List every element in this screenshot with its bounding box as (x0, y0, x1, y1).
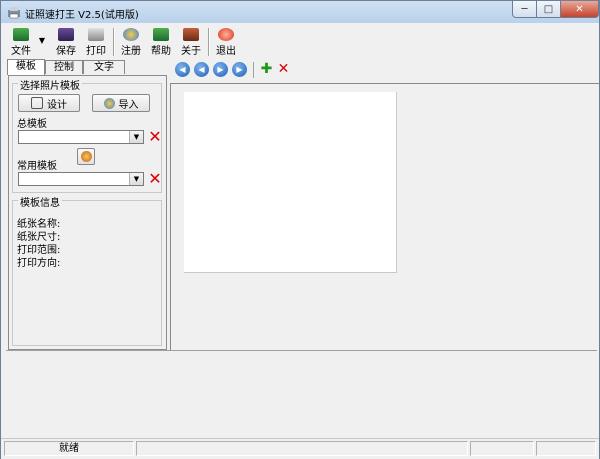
file-label: 文件 (11, 46, 31, 57)
paper-canvas[interactable] (184, 92, 397, 273)
template-select-group: 选择照片模板 设计 导入 总模板 ▼ ✕ 常用模板 ▼ ✕ (12, 77, 163, 193)
save-label: 保存 (56, 46, 76, 57)
total-template-select[interactable]: ▼ (18, 130, 144, 144)
common-template-label: 常用模板 (17, 161, 57, 172)
save-icon (58, 28, 74, 41)
nav-separator (253, 62, 254, 78)
file-icon (13, 28, 29, 41)
import-label: 导入 (118, 99, 139, 111)
next-page-icon[interactable]: ▶ (213, 62, 228, 77)
add-icon[interactable]: ✚ (259, 62, 274, 77)
help-button[interactable]: 帮助 (148, 26, 174, 57)
minimize-button[interactable]: ─ (512, 1, 537, 18)
favorite-template-button[interactable] (77, 148, 95, 165)
tab-template[interactable]: 模板 (7, 59, 45, 75)
chevron-down-icon[interactable]: ▼ (129, 131, 143, 143)
design-icon (31, 97, 43, 109)
preview-area (170, 83, 599, 350)
import-button[interactable]: 导入 (92, 94, 150, 112)
common-template-select[interactable]: ▼ (18, 172, 144, 186)
tab-text[interactable]: 文字 (83, 60, 125, 74)
toolbar-separator (113, 28, 115, 56)
toolbar-separator (208, 28, 210, 56)
template-info-title: 模板信息 (18, 194, 62, 209)
status-text: 就绪 (4, 441, 134, 456)
design-label: 设计 (47, 99, 67, 111)
prev-page-icon[interactable]: ◀ (194, 62, 209, 77)
title-bar: 证照速打王 V2.5(试用版) ─ □ ✕ (1, 1, 599, 23)
file-button[interactable]: 文件 (7, 26, 35, 57)
print-label: 打印 (86, 46, 106, 57)
printer-icon (88, 28, 104, 41)
status-panel (136, 441, 468, 456)
template-select-title: 选择照片模板 (18, 77, 82, 92)
design-button[interactable]: 设计 (18, 94, 80, 112)
about-label: 关于 (181, 46, 201, 57)
main-toolbar: 文件 ▼ 保存 打印 注册 帮助 关于 退出 (5, 26, 245, 59)
print-direction-label: 打印方向: (17, 258, 61, 269)
save-button[interactable]: 保存 (53, 26, 79, 57)
left-panel: 选择照片模板 设计 导入 总模板 ▼ ✕ 常用模板 ▼ ✕ 模板信息 纸张名称:… (8, 75, 167, 350)
chevron-down-icon[interactable]: ▼ (129, 173, 143, 185)
maximize-button[interactable]: □ (536, 1, 561, 18)
exit-icon (218, 28, 234, 41)
about-button[interactable]: 关于 (178, 26, 204, 57)
exit-label: 退出 (216, 46, 236, 57)
first-page-icon[interactable]: ◀ (175, 62, 190, 77)
close-button[interactable]: ✕ (560, 1, 599, 18)
favorite-icon (80, 151, 92, 162)
last-page-icon[interactable]: ▶ (232, 62, 247, 77)
delete-total-template-button[interactable]: ✕ (147, 129, 163, 145)
bottom-panel (6, 350, 597, 439)
main-window: 证照速打王 V2.5(试用版) ─ □ ✕ 文件 ▼ 保存 打印 注册 帮助 关… (0, 0, 600, 459)
print-button[interactable]: 打印 (83, 26, 109, 57)
help-icon (153, 28, 169, 41)
status-panel (536, 441, 596, 456)
app-icon (8, 7, 20, 19)
status-bar: 就绪 (1, 438, 599, 459)
help-label: 帮助 (151, 46, 171, 57)
template-info-group: 模板信息 纸张名称: 纸张尺寸: 打印范围: 打印方向: (12, 194, 162, 346)
delete-icon[interactable]: ✕ (276, 62, 291, 77)
exit-button[interactable]: 退出 (212, 26, 240, 57)
about-icon (183, 28, 199, 41)
tab-control[interactable]: 控制 (45, 60, 83, 74)
chevron-down-icon: ▼ (38, 36, 46, 45)
total-template-label: 总模板 (17, 119, 47, 130)
register-button[interactable]: 注册 (118, 26, 144, 57)
file-dropdown-button[interactable]: ▼ (37, 26, 47, 57)
register-icon (123, 28, 139, 41)
import-icon (103, 97, 115, 109)
status-panel (470, 441, 534, 456)
delete-common-template-button[interactable]: ✕ (147, 171, 163, 187)
register-label: 注册 (121, 46, 141, 57)
window-title: 证照速打王 V2.5(试用版) (25, 10, 139, 21)
